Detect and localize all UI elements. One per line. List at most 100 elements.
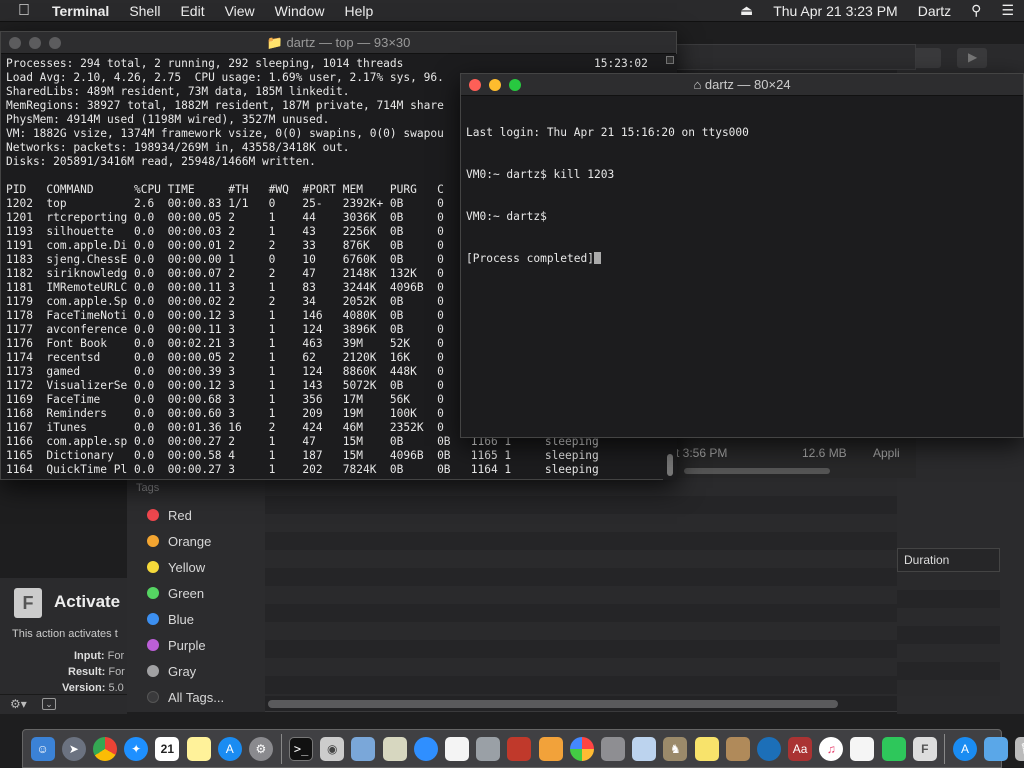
font-book-action-icon: F <box>14 588 42 618</box>
apple-menu-icon[interactable]:  <box>0 2 42 20</box>
notification-center-icon[interactable]: ☰ <box>991 2 1024 19</box>
tag-green[interactable]: Green <box>127 580 265 606</box>
facetime-icon[interactable] <box>881 736 906 761</box>
scroll-thumb[interactable] <box>667 454 673 476</box>
action-title: Activate <box>54 592 121 611</box>
input-value: For <box>107 650 125 662</box>
file-list-row[interactable]: t 3:56 PM 12.6 MB Appli <box>676 438 916 478</box>
stickies-icon[interactable] <box>600 736 625 761</box>
close-button[interactable] <box>9 37 21 49</box>
dictionary-icon[interactable]: Aa <box>788 736 813 761</box>
tag-gray[interactable]: Gray <box>127 658 265 684</box>
terminal-line: [Process completed] <box>466 252 594 265</box>
spotlight-search-icon[interactable]: ⚲ <box>961 2 991 19</box>
terminal-window-front[interactable]: ⌂ dartz — 80×24 Last login: Thu Apr 21 1… <box>460 73 1024 438</box>
reminders-icon[interactable] <box>850 736 875 761</box>
process-row: 1165 Dictionary 0.0 00:00.58 4 1 187 15M… <box>6 449 599 462</box>
zoom-button[interactable] <box>509 79 521 91</box>
menubar-clock[interactable]: Thu Apr 21 3:23 PM <box>763 3 908 19</box>
photos-icon[interactable] <box>569 736 594 761</box>
notes2-icon[interactable] <box>694 736 719 761</box>
textedit-icon[interactable] <box>445 736 470 761</box>
books-icon[interactable] <box>538 736 563 761</box>
workflow-list[interactable] <box>265 478 897 696</box>
safari-icon[interactable]: ✦ <box>124 736 149 761</box>
close-button[interactable] <box>469 79 481 91</box>
dock-separator <box>280 733 282 764</box>
scroll-top-icon[interactable] <box>666 56 674 64</box>
preview-icon[interactable] <box>351 736 376 761</box>
notes-icon[interactable] <box>186 736 211 761</box>
gear-icon[interactable]: ⚙▾ <box>10 697 27 711</box>
list-scrollbar[interactable] <box>684 468 830 474</box>
app-store-icon[interactable]: A <box>217 736 242 761</box>
font-book-icon[interactable]: F <box>912 736 937 761</box>
menubar-user[interactable]: Dartz <box>908 3 961 19</box>
tag-orange[interactable]: Orange <box>127 528 265 554</box>
all-tags-icon <box>147 691 159 703</box>
launchpad-icon[interactable]: ➤ <box>61 736 86 761</box>
horizontal-scrollbar[interactable] <box>268 700 838 708</box>
minimize-button[interactable] <box>29 37 41 49</box>
menu-bar:  Terminal Shell Edit View Window Help ⏏… <box>0 0 1024 22</box>
eject-icon[interactable]: ⏏ <box>730 2 763 19</box>
duration-column-header[interactable]: Duration <box>897 548 1000 572</box>
scripts-icon[interactable] <box>725 736 750 761</box>
itunes-icon[interactable]: ♫ <box>819 736 844 761</box>
finder-icon[interactable]: ☺ <box>30 736 55 761</box>
calendar-icon[interactable]: 21 <box>155 736 180 761</box>
menu-view[interactable]: View <box>215 3 265 19</box>
tag-all-tags[interactable]: All Tags... <box>127 684 265 710</box>
disk-utility-icon[interactable]: ◉ <box>320 736 345 761</box>
menu-shell[interactable]: Shell <box>119 3 170 19</box>
orange-dot-icon <box>147 535 159 547</box>
menu-help[interactable]: Help <box>334 3 383 19</box>
action-description: This action activates t <box>12 628 118 640</box>
tag-label: Green <box>168 585 205 601</box>
top-summary-line: Processes: 294 total, 2 running, 292 sle… <box>6 57 404 70</box>
app-store-download-icon[interactable]: A <box>953 736 978 761</box>
menu-app-name[interactable]: Terminal <box>42 3 119 19</box>
front-window-titlebar[interactable]: ⌂ dartz — 80×24 <box>461 74 1023 96</box>
play-icon: ▶ <box>968 50 978 64</box>
menu-window[interactable]: Window <box>265 3 335 19</box>
chrome-icon[interactable] <box>92 736 117 761</box>
minimize-button[interactable] <box>489 79 501 91</box>
terminal-line: VM0:~ dartz$ <box>466 210 554 223</box>
yellow-dot-icon <box>147 561 159 573</box>
dock: ☺ ➤ ✦ 21 A ⚙ >_ ◉ ♞ Aa ♫ F A 🗑 <box>22 729 1024 768</box>
file-size: 12.6 MB <box>802 446 847 460</box>
terminal-output[interactable]: Last login: Thu Apr 21 15:16:20 on ttys0… <box>466 98 749 294</box>
result-value: For <box>108 666 125 678</box>
system-preferences-icon[interactable]: ⚙ <box>248 736 273 761</box>
tag-purple[interactable]: Purple <box>127 632 265 658</box>
file-kind: Appli <box>873 446 900 460</box>
green-dot-icon <box>147 587 159 599</box>
toolbar-run-button[interactable]: ▶ <box>957 48 987 68</box>
automator-icon[interactable] <box>476 736 501 761</box>
mail-icon[interactable] <box>632 736 657 761</box>
front-window-title: dartz — 80×24 <box>704 77 791 92</box>
top-window-titlebar[interactable]: 📁 dartz — top — 93×30 <box>1 32 676 54</box>
terminal-icon[interactable]: >_ <box>289 736 314 761</box>
tags-header: Tags <box>136 482 160 494</box>
quicktime-icon[interactable] <box>756 736 781 761</box>
terminal-line: VM0:~ dartz$ kill 1203 <box>466 168 615 181</box>
tag-yellow[interactable]: Yellow <box>127 554 265 580</box>
terminal-line: Last login: Thu Apr 21 15:16:20 on ttys0… <box>466 126 749 139</box>
folder-icon[interactable] <box>984 736 1009 761</box>
chess-icon[interactable]: ♞ <box>663 736 688 761</box>
folder-icon: 📁 <box>266 35 283 50</box>
version-value: 5.0 <box>108 682 124 694</box>
photo-booth-icon[interactable] <box>507 736 532 761</box>
tag-blue[interactable]: Blue <box>127 606 265 632</box>
tag-label: Yellow <box>168 559 206 575</box>
feedback-icon[interactable] <box>413 736 438 761</box>
tags-sidebar: Tags Red Orange Yellow Green Blue Purple… <box>127 478 265 712</box>
collapse-icon[interactable]: ⌄ <box>42 698 56 710</box>
zoom-button[interactable] <box>49 37 61 49</box>
tag-red[interactable]: Red <box>127 502 265 528</box>
trash-icon[interactable]: 🗑 <box>1015 736 1024 761</box>
menu-edit[interactable]: Edit <box>170 3 214 19</box>
script-editor-icon[interactable] <box>382 736 407 761</box>
